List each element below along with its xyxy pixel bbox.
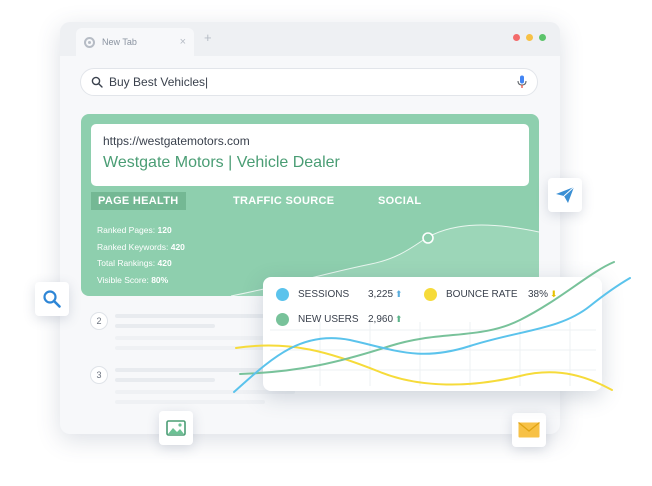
bounce-rate-line (235, 344, 613, 391)
analytics-line-chart (233, 261, 631, 393)
new-users-line (239, 261, 615, 375)
